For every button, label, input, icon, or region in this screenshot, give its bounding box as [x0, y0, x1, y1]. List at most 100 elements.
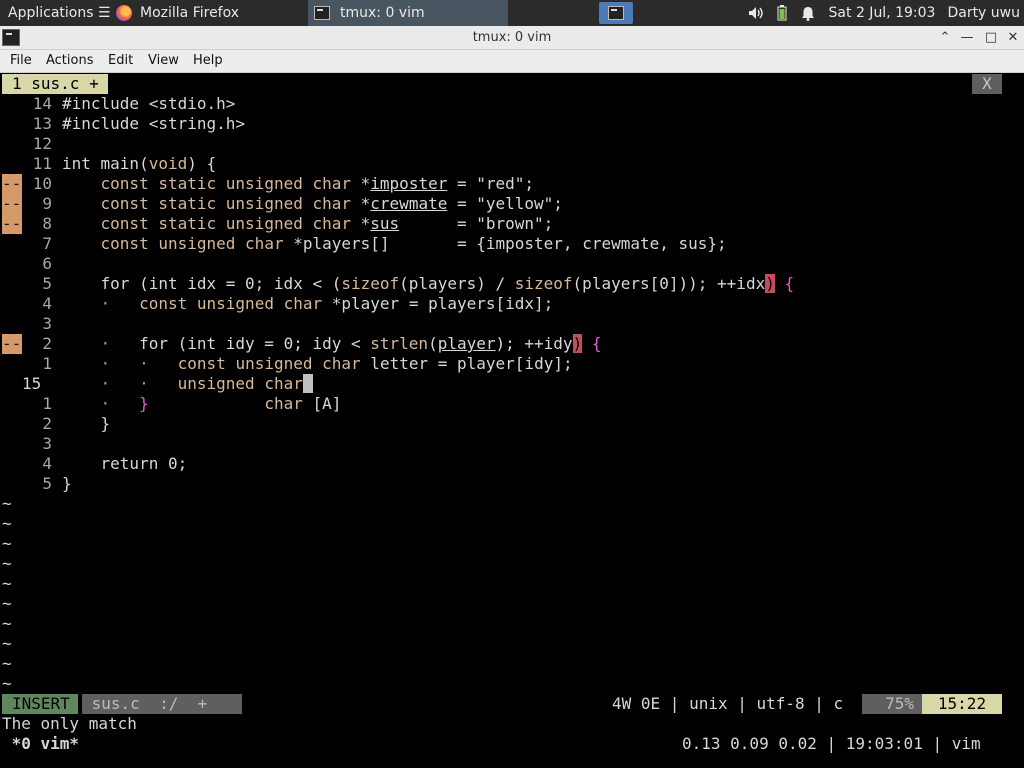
code-line[interactable]: 14 #include <stdio.h>: [2, 94, 1022, 114]
code-line[interactable]: 13 #include <string.h>: [2, 114, 1022, 134]
roll-up-button[interactable]: ⌃: [936, 29, 954, 47]
line-number: 9: [42, 194, 52, 213]
code-text: const static unsigned char *sus = "brown…: [100, 214, 554, 233]
line-number: 4: [42, 454, 52, 473]
tab-sus-c[interactable]: 1 sus.c +: [2, 74, 108, 94]
line-number: 10: [32, 174, 52, 193]
code-line[interactable]: 7 const unsigned char *players[] = {impo…: [2, 234, 1022, 254]
terminal-icon: [314, 6, 330, 20]
maximize-button[interactable]: □: [982, 29, 1000, 47]
git-change-sign: --: [2, 334, 22, 354]
taskbar-tmux-label: tmux: 0 vim: [340, 5, 425, 21]
git-change-sign: --: [2, 174, 22, 194]
code-line[interactable]: 5 for (int idx = 0; idx < (sizeof(player…: [2, 274, 1022, 294]
code-line[interactable]: 6: [2, 254, 1022, 274]
code-line[interactable]: -- 9 const static unsigned char *crewmate…: [2, 194, 1022, 214]
tilde-marker: ~: [2, 594, 12, 613]
code-line[interactable]: 4 return 0;: [2, 454, 1022, 474]
tilde-marker: ~: [2, 534, 12, 553]
line-number: 14: [32, 94, 52, 113]
status-mode: INSERT: [2, 694, 78, 714]
code-text: }: [62, 414, 111, 433]
code-text: · · const unsigned char letter = player[…: [100, 354, 573, 373]
clock[interactable]: Sat 2 Jul, 19:03: [821, 0, 942, 26]
menu-file[interactable]: File: [10, 53, 32, 68]
top-panel: Applications ☰ Mozilla Firefox tmux: 0 v…: [0, 0, 1024, 26]
line-number: 3: [42, 434, 52, 453]
line-number: 8: [42, 214, 52, 233]
code-text: #include <string.h>: [62, 114, 246, 133]
code-text: }: [62, 474, 72, 493]
taskbar-tmux[interactable]: tmux: 0 vim: [308, 0, 508, 26]
code-text: for (int idx = 0; idx < (sizeof(players)…: [62, 274, 795, 293]
code-line[interactable]: 5}: [2, 474, 1022, 494]
firefox-icon: [116, 5, 132, 21]
applications-menu[interactable]: Applications ☰: [0, 0, 110, 26]
tilde-marker: ~: [2, 494, 12, 513]
notification-bell-icon[interactable]: [795, 0, 821, 26]
git-change-sign: --: [2, 194, 22, 214]
code-line[interactable]: 15 · · unsigned char: [2, 374, 1022, 394]
tab-close-button[interactable]: X: [972, 74, 1002, 94]
close-button[interactable]: ✕: [1004, 29, 1022, 47]
code-text: const unsigned char *players[] = {impost…: [100, 234, 727, 253]
status-info: 4W 0E | unix | utf-8 | c: [612, 694, 844, 713]
line-number: 2: [42, 334, 52, 353]
code-text: return 0;: [62, 454, 188, 473]
code-line[interactable]: 2 }: [2, 414, 1022, 434]
volume-icon[interactable]: [743, 0, 769, 26]
menu-edit[interactable]: Edit: [108, 53, 133, 68]
tilde-marker: ~: [2, 634, 12, 653]
window-titlebar[interactable]: tmux: 0 vim ⌃ — □ ✕: [0, 26, 1024, 50]
code-line[interactable]: -- 10 const static unsigned char *imposte…: [2, 174, 1022, 194]
code-line[interactable]: 4 · const unsigned char *player = player…: [2, 294, 1022, 314]
code-text: · for (int idy = 0; idy < strlen(player)…: [100, 334, 602, 353]
workspace-switcher[interactable]: [598, 2, 633, 24]
menu-actions[interactable]: Actions: [46, 53, 94, 68]
terminal-icon: [607, 6, 624, 20]
applications-label: Applications ☰: [8, 5, 110, 21]
menu-view[interactable]: View: [148, 53, 179, 68]
vim-message-line: The only match: [2, 714, 1022, 734]
code-line[interactable]: 3: [2, 434, 1022, 454]
git-change-sign: --: [2, 214, 22, 234]
code-text: int main(void) {: [62, 154, 217, 173]
tmux-statusbar: *0 vim* 0.13 0.09 0.02 | 19:03:01 | vim: [2, 734, 1022, 754]
taskbar-firefox-label: Mozilla Firefox: [140, 5, 240, 21]
line-number: 4: [42, 294, 52, 313]
taskbar-firefox[interactable]: Mozilla Firefox: [110, 0, 308, 26]
line-number: 13: [32, 114, 52, 133]
code-text: const static unsigned char *crewmate = "…: [100, 194, 563, 213]
tilde-marker: ~: [2, 654, 12, 673]
tilde-marker: ~: [2, 574, 12, 593]
line-number: 12: [32, 134, 52, 153]
minimize-button[interactable]: —: [958, 29, 976, 47]
user-name[interactable]: Darty uwu: [941, 0, 1024, 26]
line-number: 1: [42, 394, 52, 413]
code-line[interactable]: 12: [2, 134, 1022, 154]
tilde-marker: ~: [2, 674, 12, 693]
menu-help[interactable]: Help: [193, 53, 223, 68]
code-text: · · unsigned char: [62, 374, 313, 394]
line-number: 7: [42, 234, 52, 253]
line-number: 5: [42, 274, 52, 293]
code-line[interactable]: 1 · · const unsigned char letter = playe…: [2, 354, 1022, 374]
message-text: The only match: [2, 714, 137, 733]
line-number: 3: [42, 314, 52, 333]
code-line[interactable]: 11 int main(void) {: [2, 154, 1022, 174]
menubar: File Actions Edit View Help: [0, 50, 1024, 73]
status-filename: sus.c :/ +: [82, 694, 242, 714]
code-line[interactable]: -- 2 · for (int idy = 0; idy < strlen(pla…: [2, 334, 1022, 354]
line-number: 2: [42, 414, 52, 433]
terminal-area[interactable]: 1 sus.c + X 14 #include <stdio.h> 13 #inclu…: [2, 74, 1022, 766]
tilde-marker: ~: [2, 554, 12, 573]
battery-icon[interactable]: [769, 0, 795, 26]
window-title: tmux: 0 vim: [472, 30, 552, 45]
code-line[interactable]: -- 8 const static unsigned char *sus = "b…: [2, 214, 1022, 234]
line-number: 5: [42, 474, 52, 493]
code-line[interactable]: 3: [2, 314, 1022, 334]
status-percent: 75%: [862, 694, 922, 714]
tmux-window-list[interactable]: *0 vim*: [2, 734, 79, 754]
code-line[interactable]: 1 · } char [A]: [2, 394, 1022, 414]
line-number: 11: [32, 154, 52, 173]
